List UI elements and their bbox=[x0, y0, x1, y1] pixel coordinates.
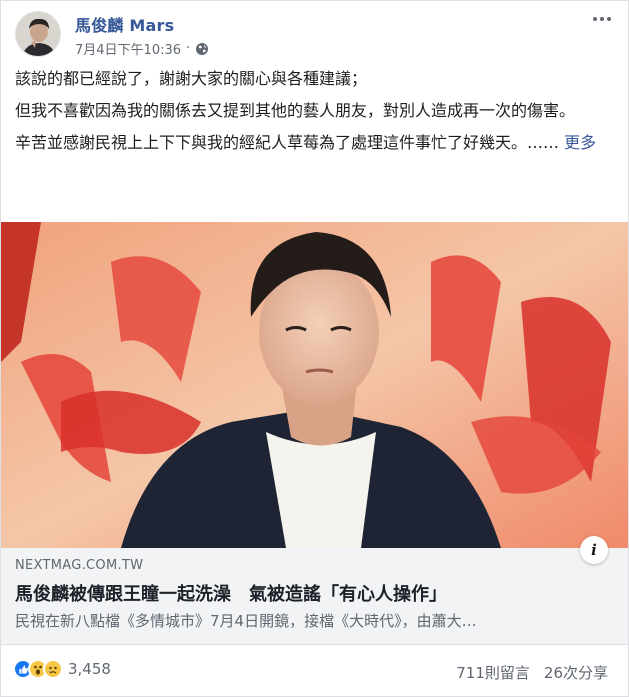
post-text: 該說的都已經說了，謝謝大家的關心與各種建議； 但我不喜歡因為我的關係去又提到其他… bbox=[15, 67, 615, 163]
sad-icon bbox=[43, 659, 63, 679]
link-preview[interactable]: i NEXTMAG.COM.TW 馬俊麟被傳跟王瞳一起洗澡 氣被造謠「有心人操作… bbox=[1, 536, 628, 645]
reactions-summary[interactable]: 3,458 bbox=[13, 659, 111, 679]
facebook-post-card: 馬俊麟 Mars 7月4日下午10:36 · 該說的都已經說了，謝謝大家的關心與… bbox=[0, 0, 629, 697]
engagement-stats: 711則留言 26次分享 bbox=[456, 662, 608, 683]
globe-icon[interactable] bbox=[195, 42, 209, 56]
link-description: 民視在新八點檔《多情城市》7月4日開鏡，接檔《大時代》，由蕭大… bbox=[15, 612, 477, 630]
post-paragraph: 但我不喜歡因為我的關係去又提到其他的藝人朋友，對別人造成再一次的傷害。 bbox=[15, 101, 576, 120]
link-headline[interactable]: 馬俊麟被傳跟王瞳一起洗澡 氣被造謠「有心人操作」 bbox=[15, 580, 447, 606]
comments-count[interactable]: 711則留言 bbox=[456, 662, 530, 683]
meta-separator: · bbox=[186, 41, 191, 56]
post-header: 馬俊麟 Mars 7月4日下午10:36 · bbox=[1, 1, 628, 63]
info-icon[interactable]: i bbox=[580, 536, 608, 564]
more-options-icon[interactable] bbox=[590, 9, 614, 29]
post-timestamp[interactable]: 7月4日下午10:36 bbox=[75, 39, 181, 58]
author-name[interactable]: 馬俊麟 Mars bbox=[75, 12, 174, 36]
author-avatar[interactable] bbox=[15, 11, 61, 57]
reaction-count: 3,458 bbox=[68, 660, 111, 678]
see-more-link[interactable]: 更多 bbox=[564, 133, 596, 152]
avatar-image bbox=[16, 12, 60, 56]
post-paragraph: 該說的都已經說了，謝謝大家的關心與各種建議； bbox=[15, 69, 368, 88]
link-preview-image[interactable] bbox=[1, 222, 628, 548]
post-paragraph-last: 辛苦並感謝民視上上下下與我的經紀人草莓為了處理這件事忙了好幾天。…… 更多 bbox=[15, 131, 615, 155]
post-meta: 7月4日下午10:36 · bbox=[75, 39, 209, 58]
shares-count[interactable]: 26次分享 bbox=[544, 662, 608, 683]
engagement-bar: 3,458 711則留言 26次分享 bbox=[1, 653, 628, 689]
post-paragraph-text: 辛苦並感謝民視上上下下與我的經紀人草莓為了處理這件事忙了好幾天。…… bbox=[15, 133, 560, 152]
link-domain: NEXTMAG.COM.TW bbox=[15, 558, 144, 573]
